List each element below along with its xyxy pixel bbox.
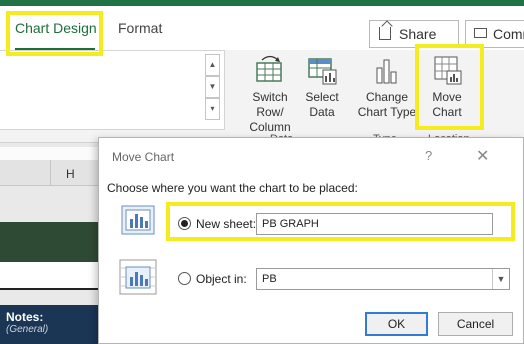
tab-format[interactable]: Format: [118, 20, 162, 36]
chart-styles-gallery[interactable]: ▲ ▼ ▾: [0, 50, 225, 130]
object-in-radio[interactable]: [178, 272, 191, 285]
change-chart-type-line2: Chart Type: [357, 105, 417, 119]
change-chart-type-icon: [376, 59, 397, 84]
chevron-down-icon[interactable]: ▼: [492, 269, 509, 289]
gallery-more[interactable]: ▾: [205, 98, 220, 120]
change-chart-type-button[interactable]: Change Chart Type: [354, 54, 420, 120]
object-in-chart-icon: [119, 259, 157, 295]
dialog-title: Move Chart: [112, 150, 175, 164]
highlight-chart-design-tab: [6, 11, 103, 56]
share-icon: [379, 27, 391, 40]
select-data-icon: [308, 58, 337, 85]
comments-label: Comme: [493, 26, 524, 42]
highlight-move-chart-button: [415, 44, 484, 130]
column-header-h[interactable]: H: [66, 167, 75, 181]
change-chart-type-line1: Change: [365, 90, 409, 104]
select-data-button[interactable]: Select Data: [304, 54, 340, 120]
select-data-line2: Data: [309, 105, 335, 119]
help-button[interactable]: ?: [425, 148, 432, 163]
ok-button[interactable]: OK: [365, 312, 428, 336]
object-in-value: PB: [262, 273, 277, 285]
cancel-button[interactable]: Cancel: [438, 312, 513, 336]
dialog-prompt: Choose where you want the chart to be pl…: [107, 181, 358, 195]
gallery-scroll-down[interactable]: ▼: [205, 76, 220, 98]
share-label: Share: [399, 26, 437, 42]
select-data-line1: Select: [305, 90, 339, 104]
column-divider: [50, 160, 51, 186]
object-in-label: Object in:: [196, 272, 247, 286]
switch-row-column-button[interactable]: Switch Row/ Column: [237, 54, 303, 135]
highlight-new-sheet-row: [166, 202, 515, 241]
gallery-scroll-up[interactable]: ▲: [205, 54, 220, 76]
close-button[interactable]: ✕: [476, 146, 489, 166]
switch-row-column-icon: [256, 55, 282, 82]
new-sheet-chart-icon: [121, 205, 155, 235]
comment-icon: [474, 28, 487, 38]
object-in-dropdown[interactable]: PB ▼: [256, 268, 510, 290]
switch-row-column-line1: Switch Row/: [252, 90, 288, 119]
